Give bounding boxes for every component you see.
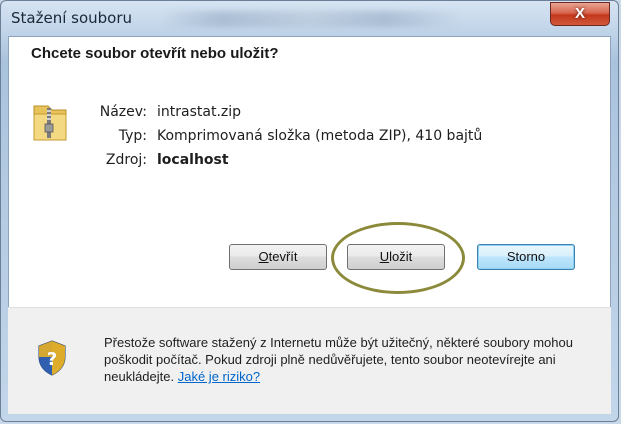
risk-link[interactable]: Jaké je riziko? (178, 369, 260, 384)
field-label-name: Název: (99, 104, 147, 120)
open-button-label: tevřít (268, 249, 298, 264)
dialog-heading: Chcete soubor otevřít nebo uložit? (31, 45, 279, 62)
warning-message: Přestože software stažený z Internetu mů… (104, 335, 573, 384)
field-label-source: Zdroj: (105, 152, 147, 168)
open-button-accesskey: O (258, 249, 269, 264)
field-label-type: Typ: (118, 128, 147, 144)
cancel-button[interactable]: Storno (477, 244, 575, 270)
window-title: Stažení souboru (11, 9, 133, 27)
annotation-ellipse (331, 222, 465, 294)
warning-text: Přestože software stažený z Internetu mů… (104, 334, 584, 385)
field-row-type: Typ: Komprimovaná složka (metoda ZIP), 4… (0, 128, 621, 148)
svg-text:?: ? (47, 349, 57, 370)
field-row-name: Název: intrastat.zip (0, 104, 621, 124)
blurred-title-region (161, 11, 461, 27)
title-bar[interactable]: Stažení souboru X (1, 1, 618, 37)
field-row-source: Zdroj: localhost (0, 152, 621, 172)
close-button[interactable]: X (550, 2, 610, 26)
field-value-name: intrastat.zip (157, 104, 242, 120)
field-value-type: Komprimovaná složka (metoda ZIP), 410 ba… (157, 128, 483, 144)
security-shield-icon: ? (38, 340, 66, 376)
field-value-source: localhost (157, 152, 229, 168)
open-button[interactable]: Otevřít (229, 244, 327, 270)
